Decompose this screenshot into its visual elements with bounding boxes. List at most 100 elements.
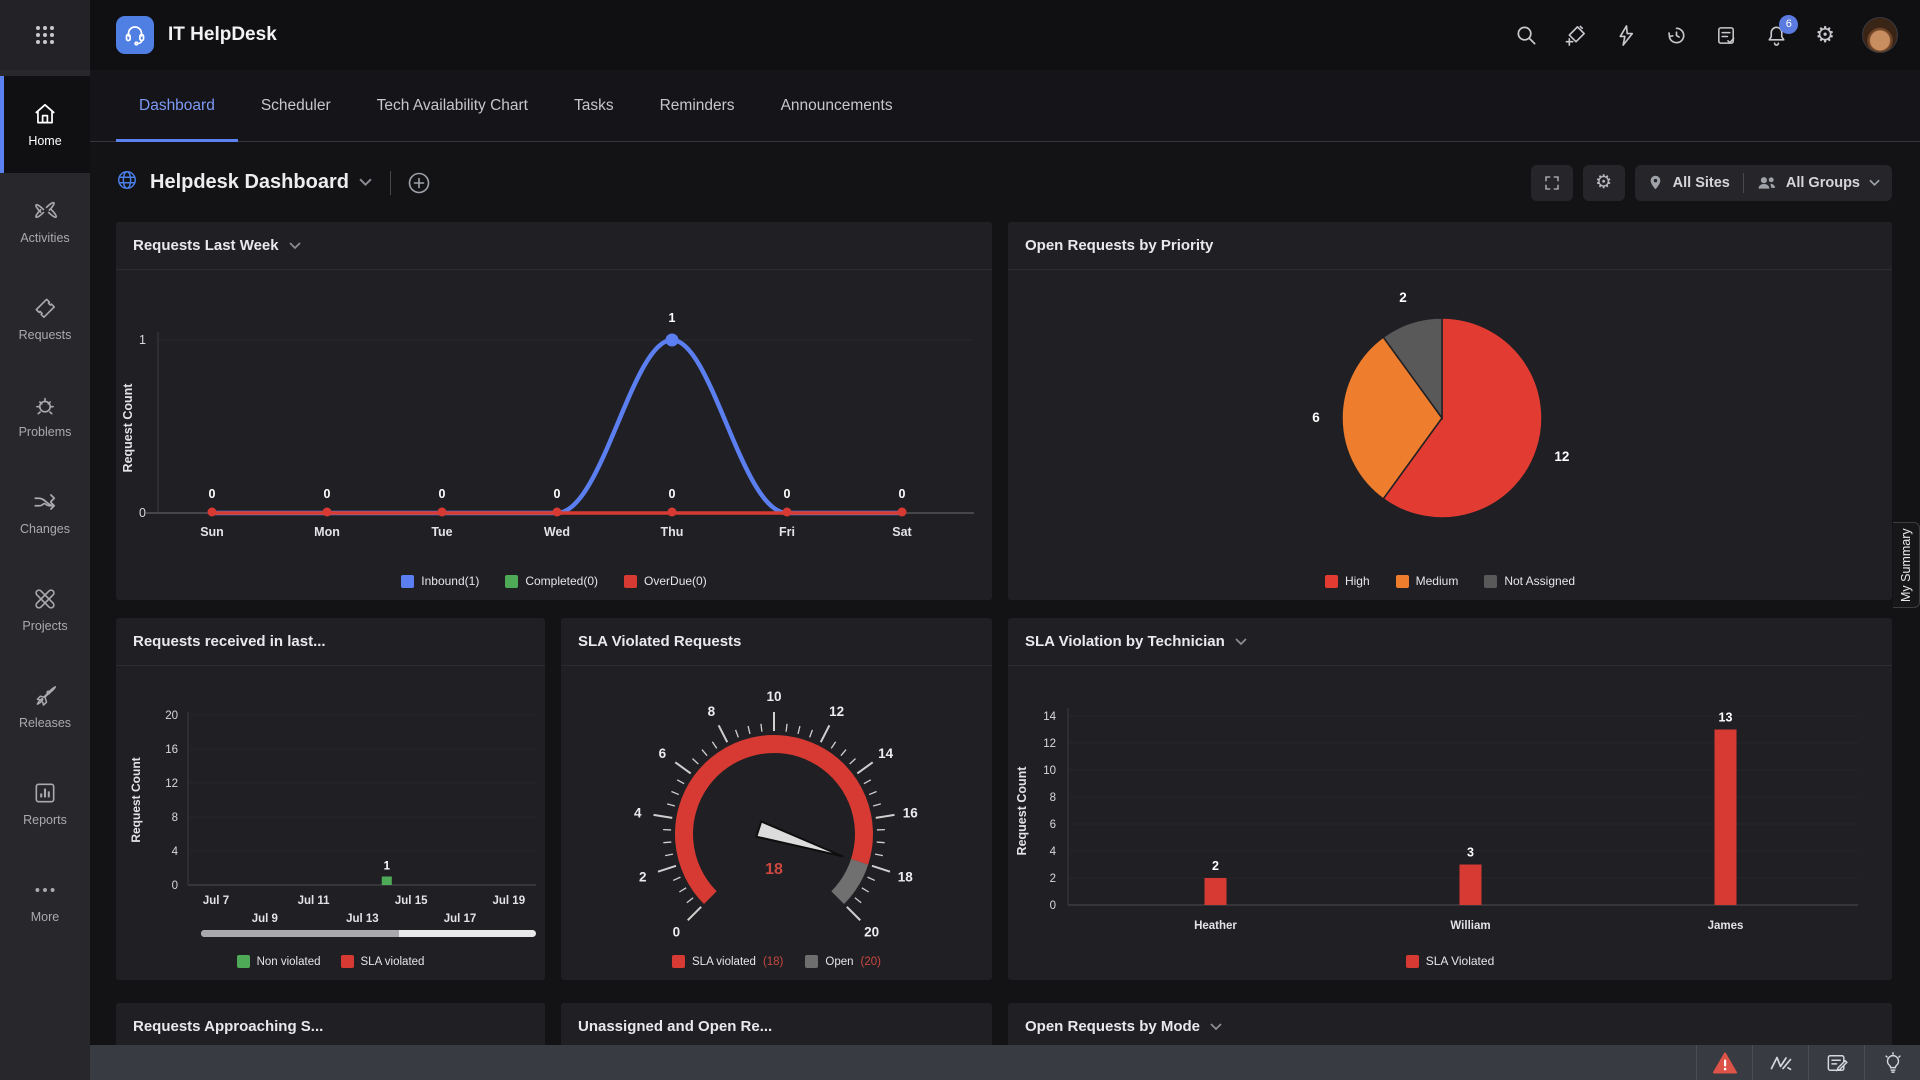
scope-filter: All Sites All Groups <box>1635 165 1892 201</box>
survey-icon[interactable] <box>1715 24 1738 47</box>
svg-text:18: 18 <box>765 861 783 878</box>
legend-value: (18) <box>763 956 783 968</box>
legend-item[interactable]: Medium <box>1396 574 1459 588</box>
svg-text:James: James <box>1708 920 1744 932</box>
card-header: Open Requests by Mode <box>1008 1003 1892 1051</box>
chevron-down-icon[interactable] <box>289 242 301 250</box>
search-icon[interactable] <box>1515 24 1538 47</box>
chart-hscrollbar[interactable] <box>201 930 536 937</box>
notification-badge: 6 <box>1779 15 1798 34</box>
group-filter-button[interactable]: All Groups <box>1786 175 1860 191</box>
svg-text:6: 6 <box>659 746 667 761</box>
home-icon <box>32 101 58 127</box>
my-summary-tab[interactable]: My Summary <box>1893 522 1920 608</box>
svg-text:6: 6 <box>1050 819 1056 831</box>
tab-reminders[interactable]: Reminders <box>637 70 758 141</box>
dashboard-toolbar: Helpdesk Dashboard ⚙ All Sites All Group… <box>90 143 1920 222</box>
legend-swatch <box>401 575 414 588</box>
chevron-down-icon[interactable] <box>1235 638 1247 646</box>
notes-edit-icon[interactable] <box>1808 1045 1864 1080</box>
tab-announcements[interactable]: Announcements <box>758 70 916 141</box>
app-launcher-icon[interactable] <box>0 0 90 70</box>
svg-text:16: 16 <box>165 744 178 756</box>
legend-item[interactable]: SLA violated <box>341 955 425 968</box>
dashboard-dropdown-chevron-icon[interactable] <box>359 174 372 192</box>
svg-text:2: 2 <box>1050 873 1056 885</box>
svg-text:0: 0 <box>669 487 676 501</box>
page-title: Helpdesk Dashboard <box>150 171 349 194</box>
sidebar-item-label: Releases <box>19 716 71 730</box>
svg-text:3: 3 <box>1467 846 1474 860</box>
svg-text:6: 6 <box>1312 410 1320 425</box>
sidebar-item-problems[interactable]: Problems <box>0 367 90 464</box>
quick-add-icon[interactable] <box>1565 24 1588 47</box>
tab-tech-availability-chart[interactable]: Tech Availability Chart <box>354 70 551 141</box>
card-open-requests-by-priority: Open Requests by Priority 1262 HighMediu… <box>1008 222 1892 600</box>
svg-text:1: 1 <box>384 861 391 873</box>
settings-gear-icon[interactable]: ⚙ <box>1815 22 1835 48</box>
sidebar-item-home[interactable]: Home <box>0 76 90 173</box>
sla-violation-technician-bar-chart: 02468101214Request Count2Heather3William… <box>1008 666 1892 946</box>
headset-logo-icon <box>116 16 154 54</box>
alerts-warning-icon[interactable] <box>1696 1045 1752 1080</box>
scrollbar-thumb[interactable] <box>201 930 399 937</box>
svg-text:0: 0 <box>784 487 791 501</box>
groups-people-icon <box>1757 174 1777 191</box>
site-filter-button[interactable]: All Sites <box>1673 175 1730 191</box>
history-icon[interactable] <box>1665 24 1688 47</box>
chevron-down-icon[interactable] <box>1210 1023 1222 1031</box>
sidebar-item-projects[interactable]: Projects <box>0 561 90 658</box>
user-avatar[interactable] <box>1862 17 1898 53</box>
requests-icon <box>32 295 58 321</box>
svg-text:Jul 19: Jul 19 <box>492 895 525 907</box>
svg-text:Jul 9: Jul 9 <box>252 913 278 925</box>
svg-text:18: 18 <box>898 870 914 885</box>
add-dashboard-icon[interactable] <box>407 171 431 195</box>
legend-item[interactable]: Inbound(1) <box>401 574 479 588</box>
notifications-bell-icon[interactable]: 6 <box>1765 24 1788 47</box>
svg-text:12: 12 <box>165 778 178 790</box>
sidebar-item-releases[interactable]: Releases <box>0 658 90 755</box>
sidebar-item-reports[interactable]: Reports <box>0 755 90 852</box>
sidebar-item-requests[interactable]: Requests <box>0 270 90 367</box>
legend-label: SLA Violated <box>1426 954 1495 968</box>
top-bar: IT HelpDesk 6 ⚙ <box>0 0 1920 70</box>
legend-item[interactable]: SLA Violated <box>1406 954 1495 968</box>
sidebar-item-changes[interactable]: Changes <box>0 464 90 561</box>
changes-icon <box>32 489 58 515</box>
svg-text:0: 0 <box>673 925 681 940</box>
dashboard-settings-gear-icon[interactable]: ⚙ <box>1583 165 1625 201</box>
svg-text:20: 20 <box>165 710 178 722</box>
legend-label: Not Assigned <box>1504 574 1575 588</box>
card-requests-last-week: Requests Last Week 10Request CountSunMon… <box>116 222 992 600</box>
legend-swatch <box>1484 575 1497 588</box>
zia-assistant-icon[interactable] <box>1752 1045 1808 1080</box>
legend-item[interactable]: OverDue(0) <box>624 574 707 588</box>
svg-text:Tue: Tue <box>431 525 452 539</box>
svg-text:Jul 7: Jul 7 <box>203 895 229 907</box>
svg-text:4: 4 <box>1050 846 1057 858</box>
svg-text:4: 4 <box>634 805 642 820</box>
sidebar-item-activities[interactable]: Activities <box>0 173 90 270</box>
chevron-down-icon <box>1869 179 1880 187</box>
lightbulb-tips-icon[interactable] <box>1864 1045 1920 1080</box>
flash-icon[interactable] <box>1615 24 1638 47</box>
legend-item[interactable]: Non violated <box>237 955 321 968</box>
legend-item[interactable]: Not Assigned <box>1484 574 1575 588</box>
legend-item[interactable]: Completed(0) <box>505 574 598 588</box>
svg-text:Wed: Wed <box>544 525 570 539</box>
tab-scheduler[interactable]: Scheduler <box>238 70 354 141</box>
toolbar-right: ⚙ All Sites All Groups <box>1531 165 1892 201</box>
card-title: SLA Violated Requests <box>578 633 741 650</box>
sidebar-item-more[interactable]: More <box>0 852 90 949</box>
tab-tasks[interactable]: Tasks <box>551 70 637 141</box>
legend-item[interactable]: SLA violated(18) <box>672 955 783 968</box>
card-header: SLA Violation by Technician <box>1008 618 1892 666</box>
fullscreen-icon[interactable] <box>1531 165 1573 201</box>
legend-item[interactable]: Open(20) <box>805 955 881 968</box>
tab-dashboard[interactable]: Dashboard <box>116 70 238 141</box>
legend-swatch <box>1325 575 1338 588</box>
svg-text:8: 8 <box>1050 792 1056 804</box>
legend-swatch <box>237 955 250 968</box>
legend-item[interactable]: High <box>1325 574 1370 588</box>
